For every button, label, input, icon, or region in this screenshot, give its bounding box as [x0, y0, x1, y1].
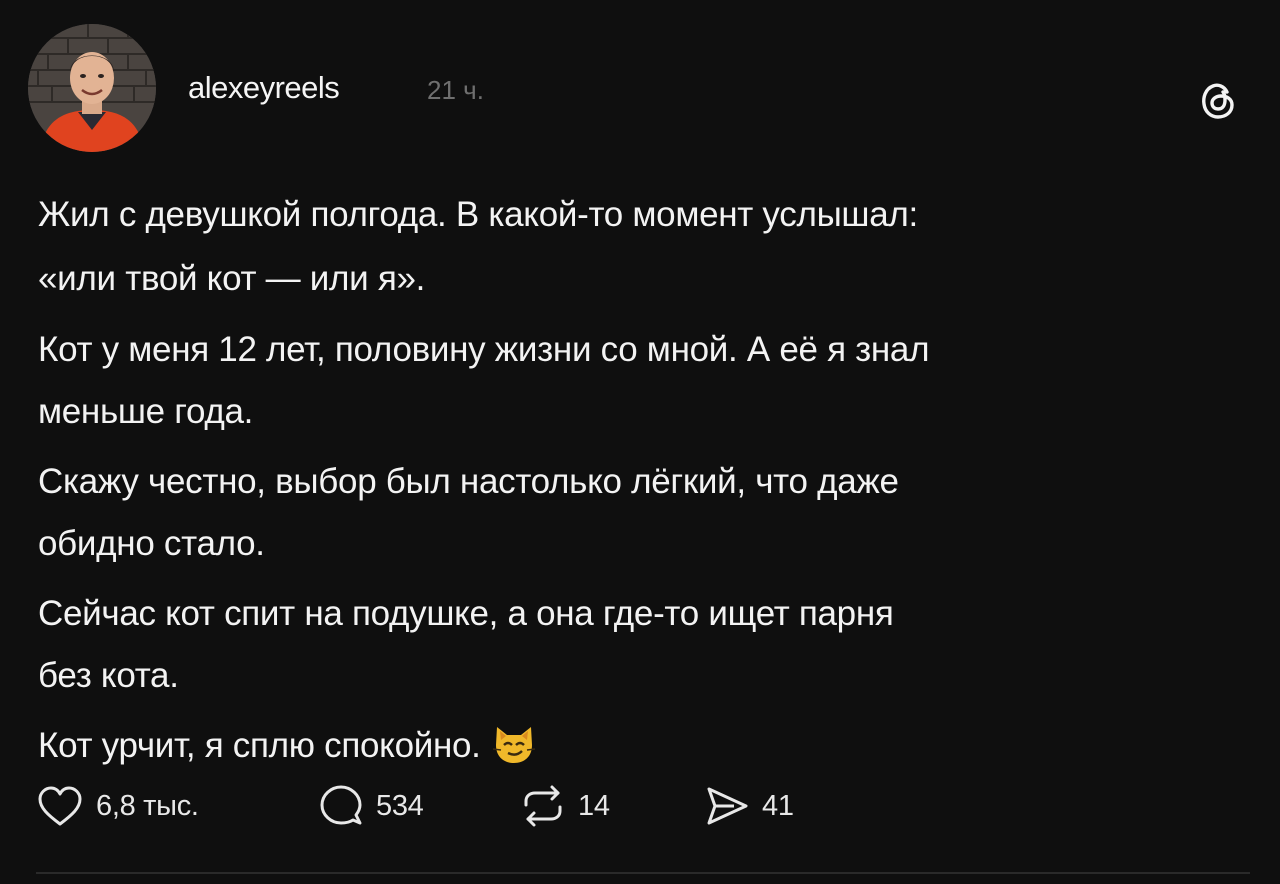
- repost-count: 14: [578, 789, 610, 822]
- reply-count: 534: [376, 789, 424, 822]
- post-divider: [36, 872, 1250, 874]
- post-paragraph: Кот у меня 12 лет, половину жизни со мно…: [38, 330, 930, 431]
- share-button[interactable]: 41: [704, 782, 794, 830]
- comment-icon: [318, 783, 364, 829]
- like-count: 6,8 тыс.: [96, 789, 199, 822]
- username[interactable]: alexeyreels: [188, 70, 340, 106]
- send-icon: [704, 783, 750, 829]
- post-paragraph: Сейчас кот спит на подушке, а она где-то…: [38, 594, 894, 695]
- threads-post: alexeyreels 21 ч. Жил с девушкой полгода…: [0, 0, 1280, 884]
- avatar[interactable]: [28, 24, 156, 152]
- post-timestamp: 21 ч.: [427, 75, 484, 105]
- share-count: 41: [762, 789, 794, 822]
- post-body: Жил с девушкой полгода. В какой-то момен…: [38, 183, 1238, 785]
- heart-icon: [36, 784, 84, 828]
- threads-logo-icon[interactable]: [1196, 78, 1240, 122]
- smirking-cat-emoji-icon: [491, 721, 537, 767]
- repost-button[interactable]: 14: [520, 782, 610, 830]
- repost-icon: [520, 783, 566, 829]
- like-button[interactable]: 6,8 тыс.: [36, 782, 199, 830]
- post-actions: 6,8 тыс. 534 14 41: [36, 782, 936, 830]
- reply-button[interactable]: 534: [318, 782, 424, 830]
- post-paragraph: Кот урчит, я сплю спокойно.: [38, 726, 481, 765]
- post-paragraph: Скажу честно, выбор был настолько лёгкий…: [38, 462, 899, 563]
- post-paragraph: Жил с девушкой полгода. В какой-то момен…: [38, 195, 918, 298]
- post-last-line: Кот урчит, я сплю спокойно.: [38, 715, 1238, 777]
